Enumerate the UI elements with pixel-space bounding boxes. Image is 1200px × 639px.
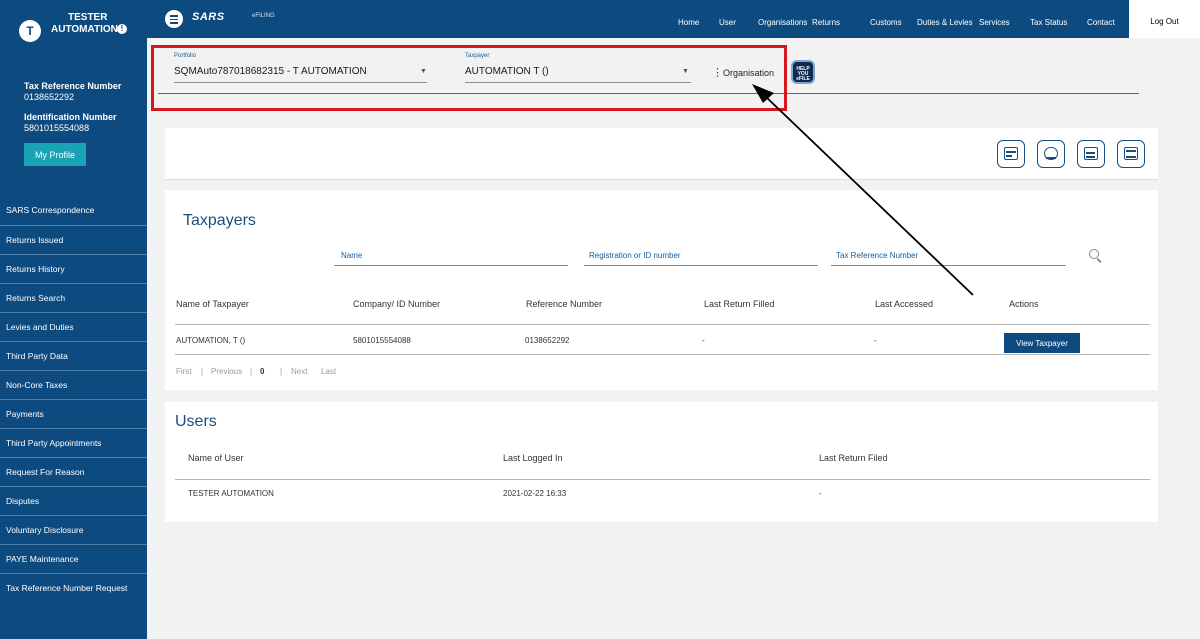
- annotation-arrow: [752, 84, 974, 296]
